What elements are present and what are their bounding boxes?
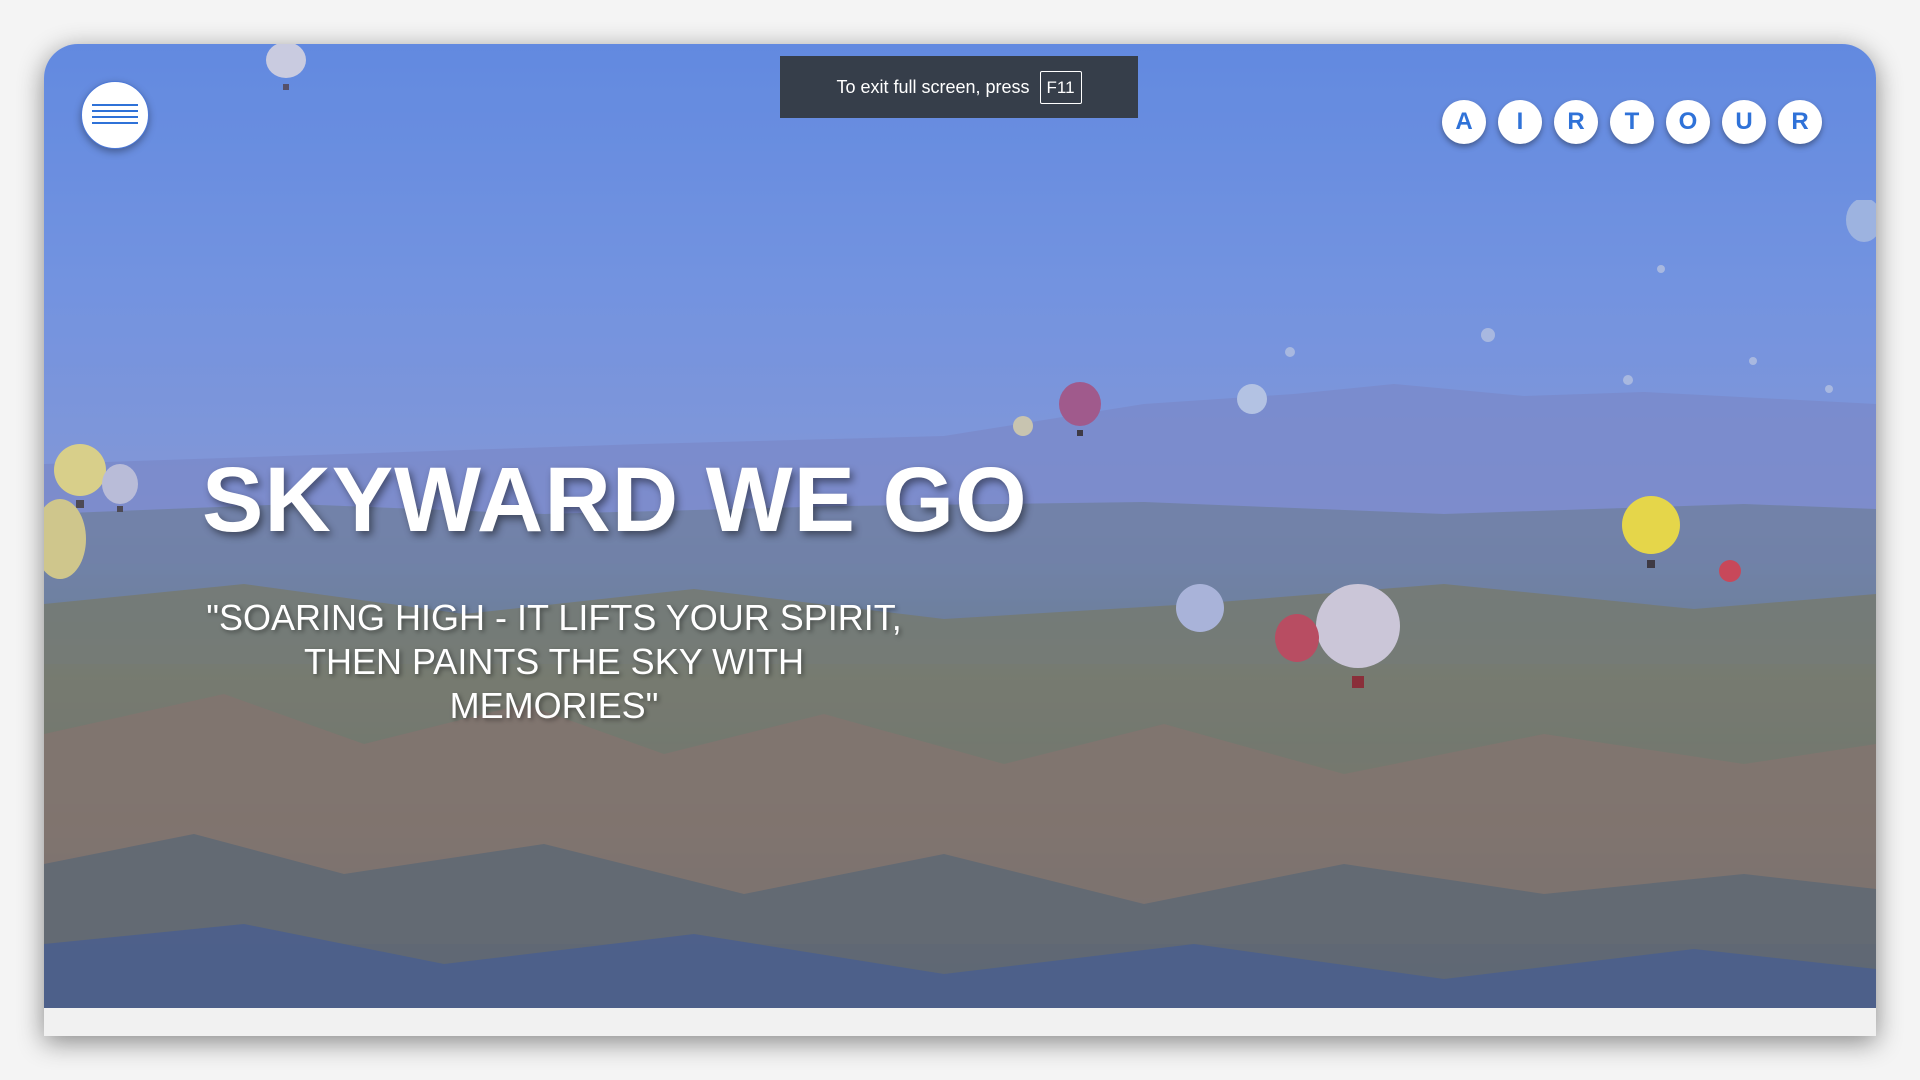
hot-air-balloon: [44, 499, 86, 579]
hot-air-balloon: [1481, 328, 1495, 342]
brand-logo: A I R T O U R: [1442, 100, 1822, 144]
hamburger-menu-icon: [92, 104, 138, 124]
hero-card: To exit full screen, press F11 A I R T O…: [44, 44, 1876, 1036]
brand-letter[interactable]: R: [1778, 100, 1822, 144]
hot-air-balloon: [1622, 496, 1680, 568]
brand-letter[interactable]: A: [1442, 100, 1486, 144]
hero-tagline: "SOARING HIGH - IT LIFTS YOUR SPIRIT, TH…: [206, 597, 902, 726]
hot-air-balloon: [1825, 385, 1833, 393]
hot-air-balloon: [1013, 416, 1033, 436]
hot-air-balloon: [1316, 584, 1400, 688]
hot-air-balloon: [1657, 265, 1665, 273]
brand-letter[interactable]: U: [1722, 100, 1766, 144]
hot-air-balloon: [1176, 584, 1224, 632]
hot-air-balloon: [1285, 347, 1295, 357]
hot-air-balloon: [1275, 614, 1319, 662]
hot-air-balloon: [1719, 560, 1741, 582]
brand-letter[interactable]: T: [1610, 100, 1654, 144]
brand-letter[interactable]: I: [1498, 100, 1542, 144]
hot-air-balloon: [1749, 357, 1757, 365]
hero-headline: SKYWARD WE GO: [202, 449, 1028, 551]
hot-air-balloon: [1623, 375, 1633, 385]
hot-air-balloon: [102, 464, 138, 512]
brand-letter[interactable]: O: [1666, 100, 1710, 144]
hot-air-balloon: [266, 44, 306, 90]
hot-air-balloon: [1059, 382, 1101, 436]
hot-air-balloon: [1237, 384, 1267, 414]
fullscreen-exit-notice: To exit full screen, press F11: [780, 56, 1138, 118]
menu-button[interactable]: [81, 81, 149, 149]
brand-letter[interactable]: R: [1554, 100, 1598, 144]
f11-key-hint: F11: [1039, 70, 1082, 104]
content-section-edge: [44, 1008, 1876, 1036]
fullscreen-notice-text: To exit full screen, press: [836, 76, 1030, 97]
hot-air-balloon: [1846, 200, 1876, 242]
